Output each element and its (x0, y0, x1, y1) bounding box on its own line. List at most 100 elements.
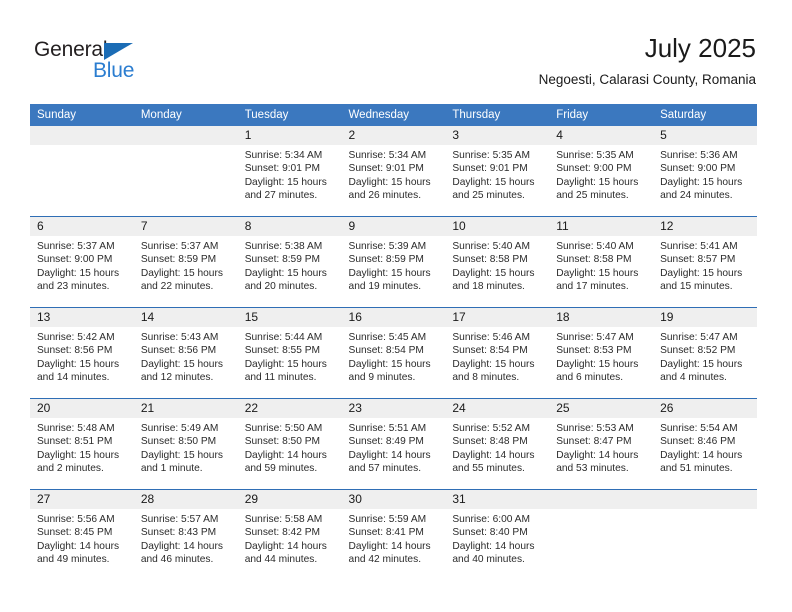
day-number: 21 (133, 399, 238, 418)
daylight-text: Daylight: 15 hours and 11 minutes. (244, 358, 327, 383)
calendar-day-cell[interactable]: 18 Sunrise: 5:47 AM Sunset: 8:53 PM Dayligh… (549, 307, 654, 399)
day-details: Sunrise: 5:47 AM Sunset: 8:52 PM Daylight:… (653, 327, 757, 384)
sunset-text: Sunset: 9:00 PM (660, 163, 736, 175)
daylight-text: Daylight: 14 hours and 44 minutes. (244, 540, 327, 565)
sunset-text: Sunset: 8:51 PM (37, 436, 113, 448)
calendar-day-cell-empty (653, 489, 757, 580)
calendar-day-cell[interactable]: 1 Sunrise: 5:34 AM Sunset: 9:01 PM Daylight… (237, 126, 342, 217)
day-number: 20 (30, 399, 134, 418)
day-details: Sunrise: 5:35 AM Sunset: 9:00 PM Daylight:… (549, 145, 653, 202)
sunset-text: Sunset: 8:59 PM (244, 254, 321, 266)
daylight-text: Daylight: 15 hours and 20 minutes. (244, 267, 327, 292)
sunset-text: Sunset: 8:58 PM (452, 254, 528, 266)
title-block: July 2025 Negoesti, Calarasi County, Rom… (539, 32, 756, 88)
day-number: 16 (341, 308, 446, 327)
calendar-day-cell[interactable]: 3 Sunrise: 5:35 AM Sunset: 9:01 PM Daylight… (445, 126, 550, 217)
day-number: 1 (237, 126, 342, 145)
sunrise-text: Sunrise: 5:40 AM (452, 241, 530, 252)
calendar-day-cell[interactable]: 27 Sunrise: 5:56 AM Sunset: 8:45 PM Dayligh… (30, 489, 134, 580)
calendar-day-cell[interactable]: 12 Sunrise: 5:41 AM Sunset: 8:57 PM Dayligh… (653, 216, 757, 308)
daylight-text: Daylight: 14 hours and 57 minutes. (348, 449, 431, 474)
day-details: Sunrise: 5:40 AM Sunset: 8:58 PM Daylight:… (445, 236, 549, 293)
day-number: 7 (133, 217, 238, 236)
logo-text-blue: Blue (93, 59, 135, 82)
day-details: Sunrise: 5:46 AM Sunset: 8:54 PM Daylight:… (445, 327, 549, 384)
sunrise-text: Sunrise: 5:58 AM (244, 514, 323, 525)
sunrise-text: Sunrise: 5:35 AM (452, 150, 530, 161)
sunset-text: Sunset: 9:01 PM (244, 163, 321, 175)
sunrise-text: Sunrise: 6:00 AM (452, 514, 530, 525)
sunset-text: Sunset: 8:41 PM (348, 527, 424, 539)
calendar-day-cell[interactable]: 2 Sunrise: 5:34 AM Sunset: 9:01 PM Daylight… (341, 126, 446, 217)
calendar-day-cell[interactable]: 19 Sunrise: 5:47 AM Sunset: 8:52 PM Dayligh… (653, 307, 757, 399)
calendar-header-row: Sunday Monday Tuesday Wednesday Thursday… (30, 104, 757, 126)
calendar-day-cell-empty (133, 126, 238, 217)
calendar-day-cell[interactable]: 7 Sunrise: 5:37 AM Sunset: 8:59 PM Daylight… (133, 216, 238, 308)
general-blue-logo: General Blue (34, 38, 154, 84)
calendar-day-cell[interactable]: 10 Sunrise: 5:40 AM Sunset: 8:58 PM Dayligh… (445, 216, 550, 308)
sunrise-text: Sunrise: 5:59 AM (348, 514, 427, 525)
sunset-text: Sunset: 8:56 PM (140, 345, 217, 357)
day-number: 14 (133, 308, 238, 327)
calendar-day-cell[interactable]: 21 Sunrise: 5:49 AM Sunset: 8:50 PM Dayligh… (133, 398, 238, 490)
sunset-text: Sunset: 8:42 PM (244, 527, 321, 539)
day-details: Sunrise: 5:50 AM Sunset: 8:50 PM Daylight:… (238, 418, 342, 475)
calendar-day-cell[interactable]: 17 Sunrise: 5:46 AM Sunset: 8:54 PM Dayligh… (445, 307, 550, 399)
day-details: Sunrise: 5:59 AM Sunset: 8:41 PM Daylight:… (342, 509, 446, 566)
weekday-header-saturday: Saturday (653, 104, 757, 126)
calendar-day-cell[interactable]: 25 Sunrise: 5:53 AM Sunset: 8:47 PM Dayligh… (549, 398, 654, 490)
sunrise-text: Sunrise: 5:46 AM (452, 332, 530, 343)
calendar-day-cell[interactable]: 4 Sunrise: 5:35 AM Sunset: 9:00 PM Daylight… (549, 126, 654, 217)
calendar-day-cell[interactable]: 26 Sunrise: 5:54 AM Sunset: 8:46 PM Dayligh… (653, 398, 757, 490)
daylight-text: Daylight: 15 hours and 15 minutes. (660, 267, 743, 292)
weekday-header-monday: Monday (133, 104, 238, 126)
calendar-day-cell[interactable]: 28 Sunrise: 5:57 AM Sunset: 8:43 PM Dayligh… (133, 489, 238, 580)
calendar-day-cell[interactable]: 14 Sunrise: 5:43 AM Sunset: 8:56 PM Dayligh… (133, 307, 238, 399)
day-details: Sunrise: 5:58 AM Sunset: 8:42 PM Daylight:… (238, 509, 342, 566)
calendar-day-cell[interactable]: 15 Sunrise: 5:44 AM Sunset: 8:55 PM Dayligh… (237, 307, 342, 399)
sunset-text: Sunset: 8:53 PM (556, 345, 632, 357)
calendar-day-cell[interactable]: 9 Sunrise: 5:39 AM Sunset: 8:59 PM Daylight… (341, 216, 446, 308)
daylight-text: Daylight: 14 hours and 46 minutes. (140, 540, 223, 565)
sunrise-text: Sunrise: 5:34 AM (244, 150, 323, 161)
calendar-day-cell[interactable]: 24 Sunrise: 5:52 AM Sunset: 8:48 PM Dayligh… (445, 398, 550, 490)
calendar-day-cell[interactable]: 5 Sunrise: 5:36 AM Sunset: 9:00 PM Daylight… (653, 126, 757, 217)
sunset-text: Sunset: 8:50 PM (244, 436, 321, 448)
calendar-week-row: 6 Sunrise: 5:37 AM Sunset: 9:00 PM Daylight… (30, 216, 757, 308)
day-number: 12 (653, 217, 757, 236)
day-number: 27 (30, 490, 134, 509)
calendar-day-cell[interactable]: 13 Sunrise: 5:42 AM Sunset: 8:56 PM Dayligh… (30, 307, 134, 399)
daylight-text: Daylight: 14 hours and 49 minutes. (37, 540, 120, 565)
calendar-day-cell[interactable]: 29 Sunrise: 5:58 AM Sunset: 8:42 PM Dayligh… (237, 489, 342, 580)
day-number (30, 126, 134, 145)
daylight-text: Daylight: 14 hours and 40 minutes. (452, 540, 535, 565)
calendar-day-cell[interactable]: 23 Sunrise: 5:51 AM Sunset: 8:49 PM Dayligh… (341, 398, 446, 490)
sunset-text: Sunset: 8:46 PM (660, 436, 736, 448)
calendar-day-cell[interactable]: 31 Sunrise: 6:00 AM Sunset: 8:40 PM Dayligh… (445, 489, 550, 580)
sunset-text: Sunset: 8:45 PM (37, 527, 113, 539)
day-number: 26 (653, 399, 757, 418)
sunrise-text: Sunrise: 5:42 AM (37, 332, 115, 343)
calendar-day-cell[interactable]: 20 Sunrise: 5:48 AM Sunset: 8:51 PM Dayligh… (30, 398, 134, 490)
sunset-text: Sunset: 9:00 PM (556, 163, 632, 175)
day-details: Sunrise: 6:00 AM Sunset: 8:40 PM Daylight:… (445, 509, 549, 566)
sunrise-text: Sunrise: 5:53 AM (556, 423, 634, 434)
calendar-day-cell[interactable]: 30 Sunrise: 5:59 AM Sunset: 8:41 PM Dayligh… (341, 489, 446, 580)
page-subtitle: Negoesti, Calarasi County, Romania (538, 72, 756, 87)
daylight-text: Daylight: 15 hours and 18 minutes. (452, 267, 535, 292)
calendar-day-cell[interactable]: 6 Sunrise: 5:37 AM Sunset: 9:00 PM Daylight… (30, 216, 134, 308)
day-details: Sunrise: 5:40 AM Sunset: 8:58 PM Daylight:… (549, 236, 653, 293)
calendar-day-cell[interactable]: 22 Sunrise: 5:50 AM Sunset: 8:50 PM Dayligh… (237, 398, 342, 490)
daylight-text: Daylight: 15 hours and 9 minutes. (348, 358, 431, 383)
day-number: 18 (549, 308, 654, 327)
sunset-text: Sunset: 8:47 PM (556, 436, 632, 448)
calendar-week-row: 1 Sunrise: 5:34 AM Sunset: 9:01 PM Daylight… (30, 126, 757, 217)
day-number: 3 (445, 126, 550, 145)
weekday-header-sunday: Sunday (30, 104, 134, 126)
day-details: Sunrise: 5:36 AM Sunset: 9:00 PM Daylight:… (653, 145, 757, 202)
daylight-text: Daylight: 15 hours and 19 minutes. (348, 267, 431, 292)
calendar-day-cell[interactable]: 11 Sunrise: 5:40 AM Sunset: 8:58 PM Dayligh… (549, 216, 654, 308)
calendar-day-cell[interactable]: 16 Sunrise: 5:45 AM Sunset: 8:54 PM Dayligh… (341, 307, 446, 399)
page-title: July 2025 (644, 33, 756, 63)
calendar-day-cell[interactable]: 8 Sunrise: 5:38 AM Sunset: 8:59 PM Daylight… (237, 216, 342, 308)
